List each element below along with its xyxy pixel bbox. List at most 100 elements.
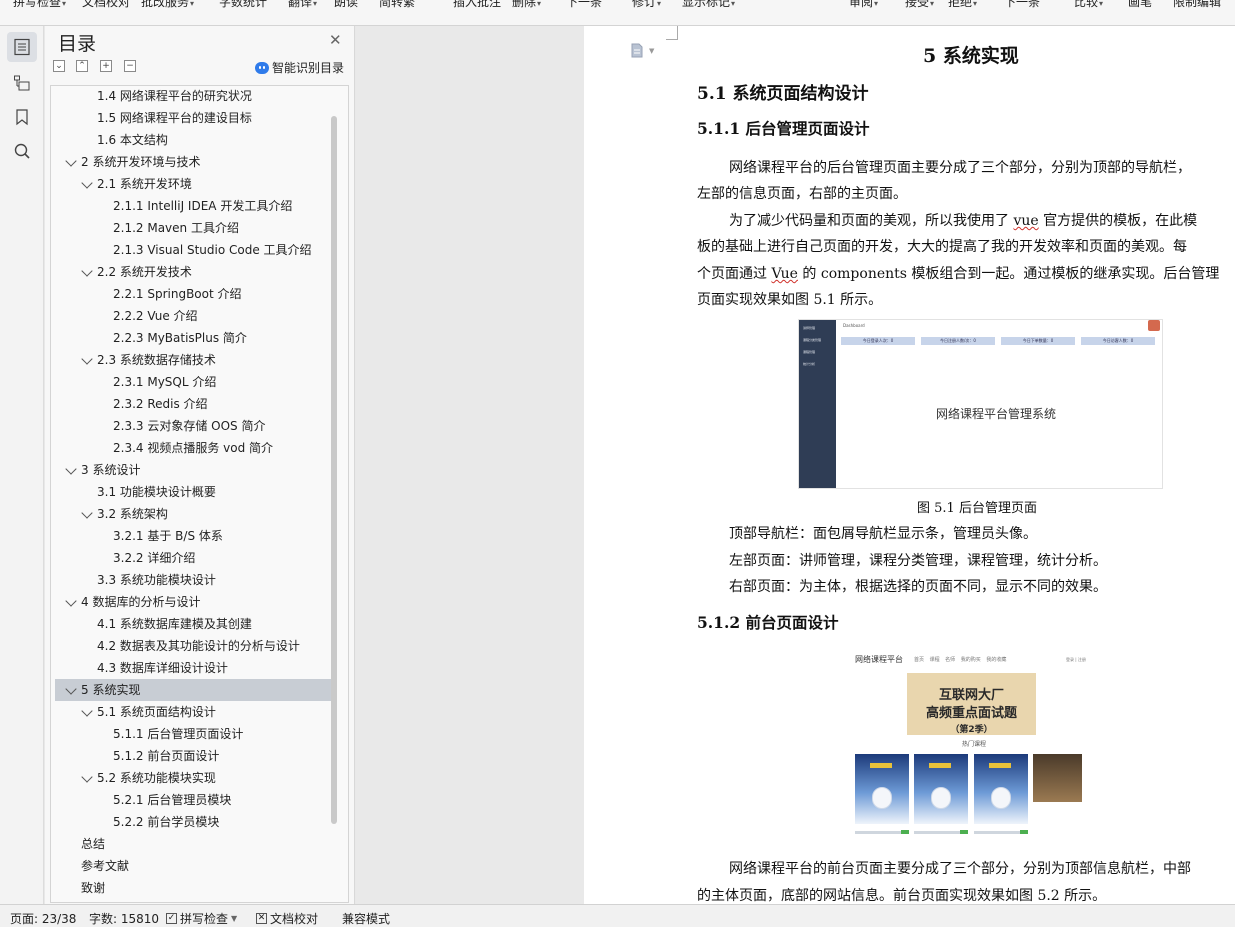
chevron-down-icon[interactable] [81,177,93,189]
toc-item[interactable]: 2.3.2 Redis 介绍 [55,393,331,415]
toc-item[interactable]: 5.2 系统功能模块实现 [55,767,331,789]
toc-item[interactable]: 5 系统实现 [55,679,331,701]
search-icon[interactable] [7,136,37,166]
proofread-button[interactable]: ✕ 文档校对 [256,910,318,927]
figure-stat-card: 今日注册人数/次：0 [921,337,995,345]
toolbar-item[interactable]: 限制编辑 [1173,0,1221,10]
toc-item[interactable]: 2.3 系统数据存储技术 [55,349,331,371]
remove-item-icon[interactable]: − [124,60,136,72]
toc-item[interactable]: 1.4 网络课程平台的研究状况 [55,86,331,107]
toc-item[interactable]: 3 系统设计 [55,459,331,481]
expand-level-icon[interactable]: ⌃ [76,60,88,72]
toc-item-label: 1.6 本文结构 [97,133,168,147]
toc-item[interactable]: 3.2 系统架构 [55,503,331,525]
figure-login: 登录 | 注册 [1066,657,1086,662]
toolbar-item[interactable]: 文档校对 [82,0,130,10]
toc-item-label: 5.2.2 前台学员模块 [113,815,220,829]
add-item-icon[interactable]: + [100,60,112,72]
toc-item[interactable]: 4 数据库的分析与设计 [55,591,331,613]
toc-item[interactable]: 4.1 系统数据库建模及其创建 [55,613,331,635]
chevron-down-icon[interactable] [81,771,93,783]
toolbar-item[interactable]: 删除▾ [512,0,541,10]
toc-item-label: 2.3.4 视频点播服务 vod 简介 [113,441,274,455]
toolbar-item[interactable]: 简转繁 [379,0,415,10]
toc-item-label: 2.1 系统开发环境 [97,177,192,191]
toc-item[interactable]: 致谢 [55,877,331,899]
toc-item[interactable]: 1.5 网络课程平台的建设目标 [55,107,331,129]
toc-item[interactable]: 总结 [55,833,331,855]
toolbar-item[interactable]: 翻译▾ [288,0,317,10]
chevron-down-icon[interactable] [65,683,77,695]
toc-item[interactable]: 3.3 系统功能模块设计 [55,569,331,591]
toc-item[interactable]: 5.1.1 后台管理页面设计 [55,723,331,745]
toc-item[interactable]: 参考文献 [55,855,331,877]
bookmark-icon[interactable] [7,102,37,132]
close-icon[interactable]: ✕ [329,33,342,48]
document-page: ▼ 5 系统实现 5.1 系统页面结构设计 5.1.1 后台管理页面设计 网络课… [584,26,1235,904]
toc-item[interactable]: 4.2 数据表及其功能设计的分析与设计 [55,635,331,657]
toolbar-item[interactable]: 比较▾ [1074,0,1103,10]
spelling-flag[interactable]: vue [1013,213,1038,229]
toc-item[interactable]: 2.2.2 Vue 介绍 [55,305,331,327]
figure-admin-page: 讲师管理 课程分类管理 课程管理 统计分析 Dashboard 网络课程平台管理系统 … [798,319,1163,489]
collapse-all-icon[interactable]: ⌄ [53,60,65,72]
toolbar-item[interactable]: 批改服务▾ [141,0,194,10]
toc-item[interactable]: 3.1 功能模块设计概要 [55,481,331,503]
toc-item[interactable]: 2.3.1 MySQL 介绍 [55,371,331,393]
toc-item[interactable]: 2.2.3 MyBatisPlus 简介 [55,327,331,349]
toc-item[interactable]: 5.2.2 前台学员模块 [55,811,331,833]
toc-item[interactable]: 2 系统开发环境与技术 [55,151,331,173]
toolbar-item[interactable]: 接受▾ [905,0,934,10]
toc-item-label: 2.1.1 IntelliJ IDEA 开发工具介绍 [113,199,293,213]
toc-item-label: 2.2 系统开发技术 [97,265,192,279]
toolbar-item[interactable]: 下一条 [1004,0,1040,10]
chevron-down-icon[interactable] [81,353,93,365]
chevron-down-icon[interactable] [65,155,77,167]
chevron-down-icon[interactable] [65,595,77,607]
toc-item[interactable]: 5.1 系统页面结构设计 [55,701,331,723]
toc-item[interactable]: 2.2 系统开发技术 [55,261,331,283]
toolbar-item[interactable]: 画笔 [1128,0,1152,10]
toolbar-item[interactable]: 下一条 [566,0,602,10]
toc-item[interactable]: 1.6 本文结构 [55,129,331,151]
toolbar-item[interactable]: 朗读 [334,0,358,10]
spell-check-toggle[interactable]: ✓ 拼写检查 ▼ [166,910,237,927]
toc-icon[interactable] [7,32,37,62]
figure-stat-card: 今日访客人数：0 [1081,337,1155,345]
toolbar-item[interactable]: 审阅▾ [849,0,878,10]
outline-icon[interactable] [7,68,37,98]
toc-item[interactable]: 2.3.3 云对象存储 OOS 简介 [55,415,331,437]
ai-icon [255,61,269,74]
toc-item[interactable]: 2.1 系统开发环境 [55,173,331,195]
toc-item[interactable]: 5.1.2 前台页面设计 [55,745,331,767]
smart-toc-button[interactable]: 智能识别目录 [255,59,344,76]
toc-item[interactable]: 2.1.3 Visual Studio Code 工具介绍 [55,239,331,261]
toolbar-item[interactable]: 拒绝▾ [948,0,977,10]
toolbar-item[interactable]: 插入批注 [453,0,501,10]
toc-scrollbar[interactable] [331,116,337,824]
page-view-button[interactable]: ▼ [630,43,654,58]
chevron-down-icon[interactable] [65,463,77,475]
toolbar-item[interactable]: 字数统计 [219,0,267,10]
chevron-down-icon[interactable] [81,265,93,277]
toc-item[interactable]: 4.3 数据库详细设计设计 [55,657,331,679]
paragraph-line: 的主体页面，底部的网站信息。前台页面实现效果如图 5.2 所示。 [697,888,1107,904]
chevron-down-icon[interactable] [81,705,93,717]
toc-item[interactable]: 2.2.1 SpringBoot 介绍 [55,283,331,305]
toc-item-label: 5.1.1 后台管理页面设计 [113,727,244,741]
toolbar-item[interactable]: 显示标记▾ [682,0,735,10]
chevron-down-icon[interactable] [81,507,93,519]
toolbar-item[interactable]: 修订▾ [632,0,661,10]
word-count[interactable]: 字数: 15810 [89,910,159,927]
toc-item[interactable]: 3.2.1 基于 B/S 体系 [55,525,331,547]
page-count[interactable]: 页面: 23/38 [10,910,76,927]
toc-item[interactable]: 3.2.2 详细介绍 [55,547,331,569]
toc-item[interactable]: 5.2.1 后台管理员模块 [55,789,331,811]
toc-item[interactable]: 2.1.1 IntelliJ IDEA 开发工具介绍 [55,195,331,217]
figure-menu-item: 课程管理 [803,350,816,354]
toolbar-item[interactable]: 拼写检查▾ [13,0,66,10]
toc-item[interactable]: 2.1.2 Maven 工具介绍 [55,217,331,239]
spelling-flag[interactable]: Vue [771,266,798,282]
toc-item-label: 3 系统设计 [81,463,141,477]
toc-item[interactable]: 2.3.4 视频点播服务 vod 简介 [55,437,331,459]
